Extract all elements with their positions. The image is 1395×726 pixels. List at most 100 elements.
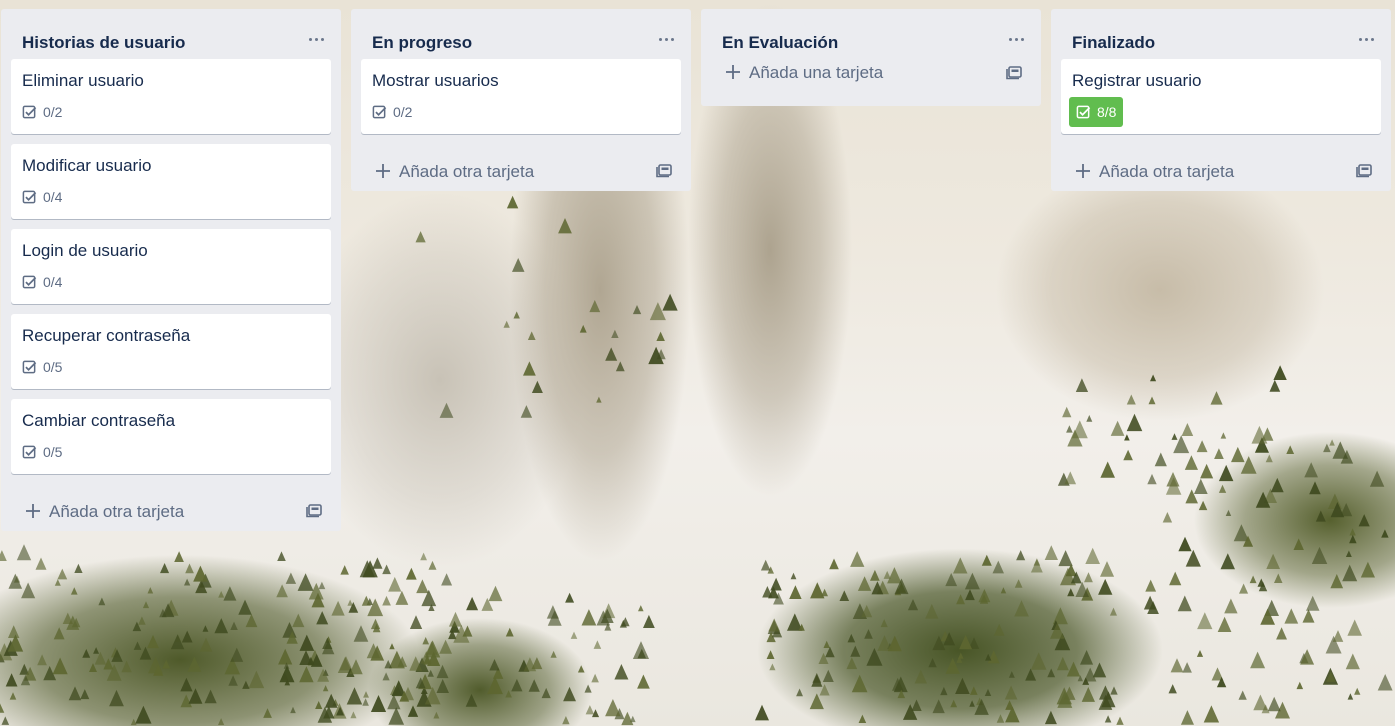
- background-tree-mark: [316, 611, 329, 625]
- card-mostrar-usuarios[interactable]: Mostrar usuarios 0/2: [361, 59, 681, 134]
- background-tree-mark: [925, 603, 939, 619]
- background-tree-mark: [969, 700, 975, 707]
- background-tree-mark: [1104, 715, 1112, 723]
- list-title[interactable]: Historias de usuario: [22, 33, 185, 53]
- background-tree-mark: [147, 587, 154, 594]
- background-tree-mark: [1342, 564, 1358, 582]
- list-header[interactable]: Finalizado: [1051, 9, 1391, 59]
- background-tree-mark: [1182, 662, 1192, 673]
- background-tree-mark: [8, 625, 20, 638]
- background-tree-mark: [965, 589, 975, 601]
- background-tree-mark: [984, 688, 992, 696]
- background-tree-mark: [1349, 534, 1357, 544]
- background-tree-mark: [596, 396, 602, 403]
- background-tree-mark: [1276, 627, 1287, 640]
- list-menu-ellipsis-icon[interactable]: [655, 31, 677, 47]
- background-tree-mark: [1169, 571, 1182, 586]
- background-tree-mark: [214, 618, 229, 634]
- add-card-button[interactable]: Añada otra tarjeta: [1, 484, 341, 538]
- card-template-icon[interactable]: [656, 162, 673, 178]
- background-tree-mark: [563, 686, 576, 702]
- card-registrar-usuario[interactable]: Registrar usuario 8/8: [1061, 59, 1381, 134]
- background-tree-mark: [755, 704, 769, 721]
- background-tree-mark: [1200, 463, 1214, 479]
- list-menu-ellipsis-icon[interactable]: [305, 31, 327, 47]
- list-menu-ellipsis-icon[interactable]: [1355, 31, 1377, 47]
- card-eliminar-usuario[interactable]: Eliminar usuario 0/2: [11, 59, 331, 134]
- background-tree-mark: [340, 565, 349, 575]
- background-tree-mark: [1124, 434, 1130, 441]
- card-stack: Eliminar usuario 0/2 Modificar usuario 0…: [1, 59, 341, 474]
- background-tree-mark: [964, 572, 980, 590]
- list-title[interactable]: Finalizado: [1072, 33, 1155, 53]
- background-tree-mark: [850, 645, 861, 657]
- add-card-button[interactable]: Añada otra tarjeta: [1051, 144, 1391, 198]
- background-tree-mark: [1284, 608, 1299, 624]
- add-card-button[interactable]: Añada otra tarjeta: [351, 144, 691, 198]
- background-tree-mark: [1185, 549, 1201, 567]
- list-title[interactable]: En progreso: [372, 33, 472, 53]
- background-tree-mark: [382, 564, 391, 575]
- background-tree-mark: [565, 592, 575, 603]
- background-tree-mark: [174, 551, 184, 562]
- background-tree-mark: [1000, 587, 1007, 594]
- card-login-de-usuario[interactable]: Login de usuario 0/4: [11, 229, 331, 304]
- checklist-badge: 0/5: [22, 440, 62, 464]
- list-header[interactable]: En Evaluación: [701, 9, 1041, 53]
- background-tree-mark: [503, 320, 510, 328]
- background-tree-mark: [416, 579, 429, 594]
- card-modificar-usuario[interactable]: Modificar usuario 0/4: [11, 144, 331, 219]
- background-tree-mark: [511, 678, 523, 692]
- background-tree-mark: [1329, 439, 1335, 446]
- checklist-count: 0/5: [43, 359, 63, 375]
- card-title: Login de usuario: [22, 241, 148, 260]
- card-template-icon[interactable]: [1006, 64, 1023, 80]
- card-title: Cambiar contraseña: [22, 411, 176, 430]
- plus-icon: [726, 65, 740, 79]
- plus-icon: [376, 164, 390, 178]
- background-tree-mark: [277, 551, 286, 561]
- list-header[interactable]: En progreso: [351, 9, 691, 59]
- list-title[interactable]: En Evaluación: [722, 33, 838, 53]
- add-card-button[interactable]: Añada una tarjeta: [701, 53, 1041, 109]
- background-tree-mark: [187, 656, 202, 672]
- background-tree-mark: [959, 634, 973, 650]
- background-tree-mark: [847, 633, 856, 643]
- background-tree-mark: [292, 613, 305, 628]
- background-tree-mark: [996, 714, 1005, 723]
- background-tree-mark: [80, 689, 90, 700]
- background-tree-mark: [1184, 455, 1198, 470]
- checkbox-icon: [22, 190, 37, 203]
- background-tree-mark: [1304, 462, 1318, 478]
- background-tree-mark: [433, 711, 440, 719]
- plus-icon: [1076, 164, 1090, 178]
- card-recuperar-contrasena[interactable]: Recuperar contraseña 0/5: [11, 314, 331, 389]
- background-tree-mark: [1269, 379, 1281, 392]
- checklist-badge: 0/2: [372, 100, 412, 124]
- background-tree-mark: [1354, 687, 1361, 695]
- checklist-count: 0/2: [393, 104, 413, 120]
- background-tree-mark: [850, 551, 865, 567]
- background-tree-mark: [1, 716, 10, 725]
- background-tree-mark: [135, 705, 152, 724]
- background-tree-mark: [139, 646, 152, 660]
- background-tree-mark: [1110, 420, 1125, 436]
- background-tree-mark: [1238, 690, 1247, 700]
- card-template-icon[interactable]: [306, 502, 323, 518]
- card-title: Recuperar contraseña: [22, 326, 191, 345]
- background-tree-mark: [1347, 693, 1354, 700]
- background-tree-mark: [349, 659, 363, 675]
- list-menu-ellipsis-icon[interactable]: [1005, 31, 1027, 47]
- background-tree-mark: [372, 557, 383, 569]
- background-tree-mark: [93, 647, 100, 654]
- background-tree-mark: [489, 659, 500, 671]
- background-tree-mark: [769, 663, 776, 671]
- background-tree-mark: [1231, 446, 1245, 463]
- background-tree-mark: [1168, 684, 1177, 694]
- background-tree-mark: [956, 594, 965, 605]
- list-header[interactable]: Historias de usuario: [1, 9, 341, 59]
- card-template-icon[interactable]: [1356, 162, 1373, 178]
- background-tree-mark: [760, 559, 771, 571]
- background-tree-mark: [199, 637, 213, 652]
- card-cambiar-contrasena[interactable]: Cambiar contraseña 0/5: [11, 399, 331, 474]
